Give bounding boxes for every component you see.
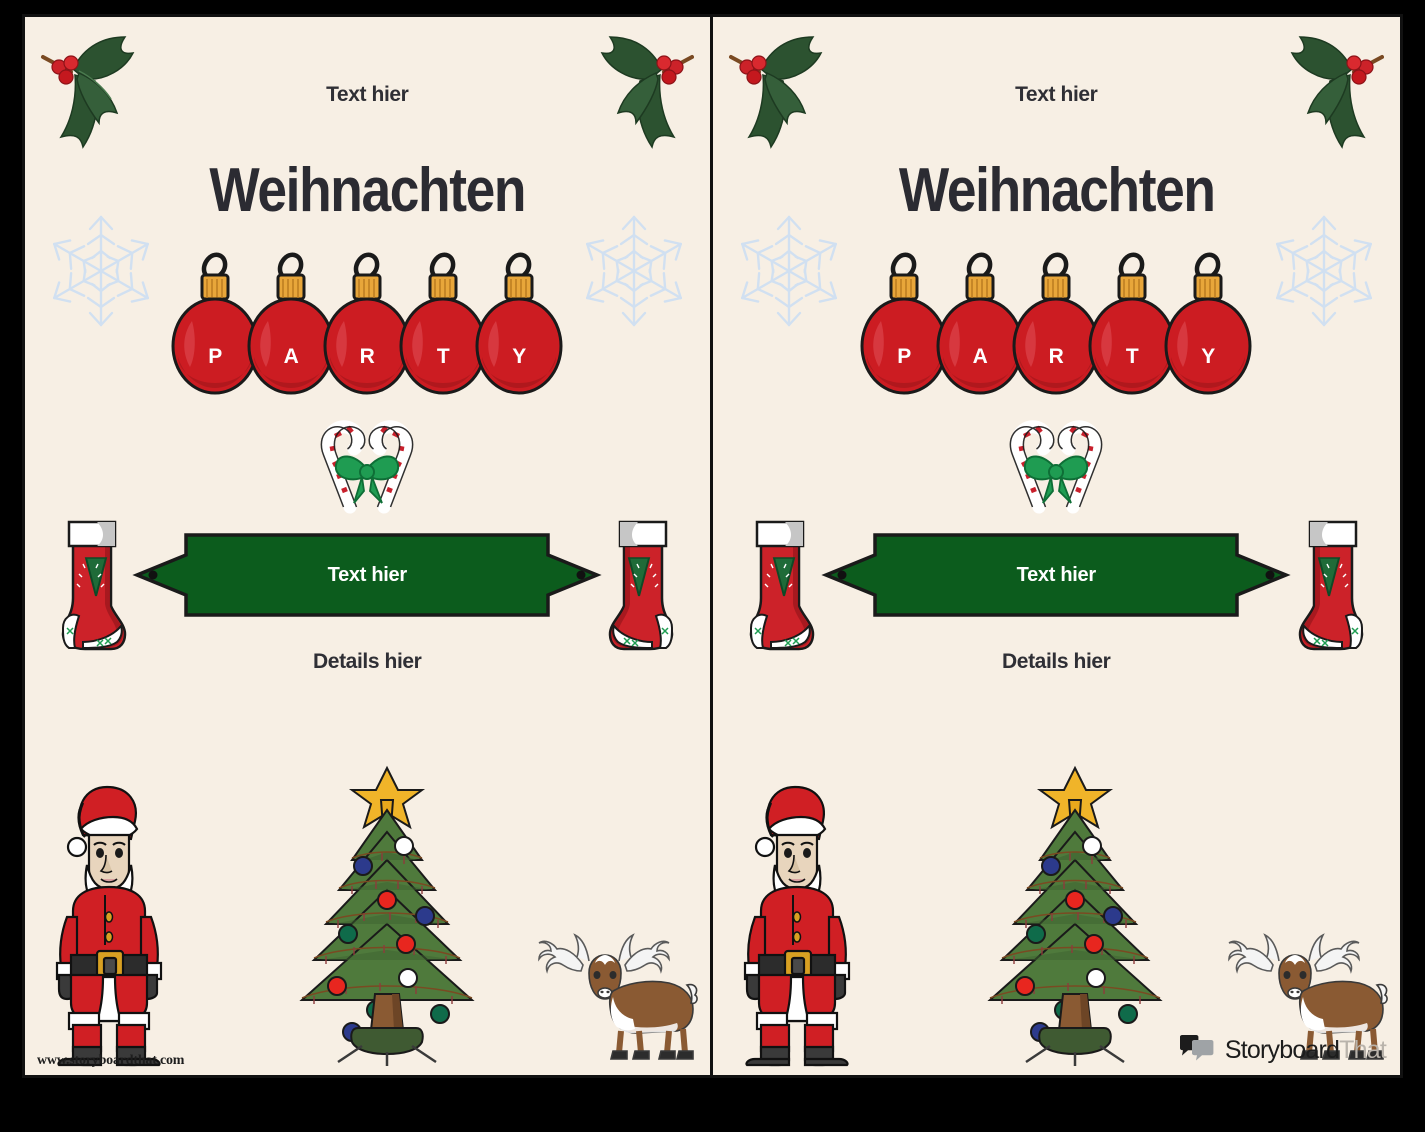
banner-wrapper: Text hier: [25, 529, 710, 621]
santa-claus-illustration: [43, 777, 173, 1067]
top-text[interactable]: Text hier: [713, 83, 1401, 107]
storyboardthat-logo: StoryboardThat: [1178, 1034, 1387, 1067]
party-baubles: P A R T Y: [25, 249, 710, 397]
banner-text[interactable]: Text hier: [820, 564, 1292, 587]
details-text[interactable]: Details hier: [713, 650, 1401, 674]
speech-bubble-icon: [1178, 1034, 1218, 1067]
logo-text-primary: Storyboard: [1224, 1036, 1340, 1064]
reindeer-illustration: [517, 913, 702, 1063]
banner-ribbon[interactable]: Text hier: [820, 529, 1292, 621]
logo-text: StoryboardThat: [1224, 1036, 1387, 1065]
santa-claus-illustration: [731, 777, 861, 1067]
logo-text-secondary: That: [1339, 1036, 1387, 1064]
bauble-ornament[interactable]: Y: [1163, 249, 1253, 397]
invitation-panel-left[interactable]: Text hier Weihnachten P A R T Y Text hie…: [25, 17, 713, 1075]
bauble-ornament[interactable]: Y: [474, 249, 564, 397]
candy-canes-icon: [713, 407, 1401, 517]
party-baubles: P A R T Y: [713, 249, 1401, 397]
top-text[interactable]: Text hier: [25, 83, 710, 107]
banner-wrapper: Text hier: [713, 529, 1401, 621]
invitation-panel-right[interactable]: Text hier Weihnachten P A R T Y Text hie…: [713, 17, 1401, 1075]
details-text[interactable]: Details hier: [25, 650, 710, 674]
banner-ribbon[interactable]: Text hier: [131, 529, 603, 621]
christmas-tree-illustration: [280, 732, 495, 1067]
banner-text[interactable]: Text hier: [131, 564, 603, 587]
poster-sheet: Text hier Weihnachten P A R T Y Text hie…: [22, 14, 1403, 1078]
poster-page: Text hier Weihnachten P A R T Y Text hie…: [0, 0, 1425, 1132]
candy-canes-icon: [25, 407, 710, 517]
christmas-tree-illustration: [968, 732, 1183, 1067]
watermark-url: www.storyboardthat.com: [37, 1053, 185, 1068]
